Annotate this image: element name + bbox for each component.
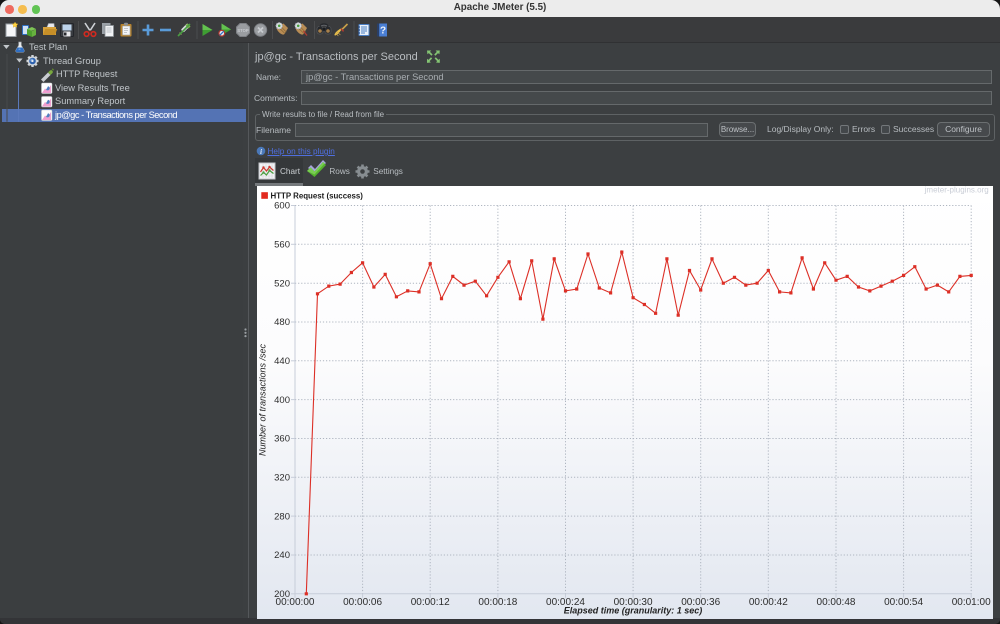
- svg-text:360: 360: [274, 434, 290, 445]
- svg-text:00:00:54: 00:00:54: [884, 597, 923, 608]
- svg-text:560: 560: [274, 240, 290, 251]
- svg-text:Number of transactions /sec: Number of transactions /sec: [258, 343, 268, 456]
- svg-text:600: 600: [274, 201, 290, 212]
- svg-text:?: ?: [380, 26, 386, 37]
- svg-text:00:00:18: 00:00:18: [478, 597, 517, 608]
- svg-text:00:00:42: 00:00:42: [749, 597, 788, 608]
- svg-text:STOP: STOP: [237, 28, 249, 33]
- svg-text:00:00:00: 00:00:00: [276, 597, 315, 608]
- svg-text:jmeter-plugins.org: jmeter-plugins.org: [924, 186, 989, 195]
- svg-text:520: 520: [274, 278, 290, 289]
- svg-text:00:00:12: 00:00:12: [411, 597, 450, 608]
- svg-text:280: 280: [274, 511, 290, 522]
- svg-text:HTTP Request (success): HTTP Request (success): [271, 192, 364, 201]
- svg-text:400: 400: [274, 395, 290, 406]
- svg-text:480: 480: [274, 317, 290, 328]
- svg-text:320: 320: [274, 473, 290, 484]
- svg-text:Elapsed time (granularity: 1 s: Elapsed time (granularity: 1 sec): [564, 606, 703, 616]
- svg-text:00:00:06: 00:00:06: [343, 597, 382, 608]
- svg-text:240: 240: [274, 550, 290, 561]
- svg-text:00:00:48: 00:00:48: [817, 597, 856, 608]
- svg-text:440: 440: [274, 356, 290, 367]
- svg-text:00:01:00: 00:01:00: [952, 597, 991, 608]
